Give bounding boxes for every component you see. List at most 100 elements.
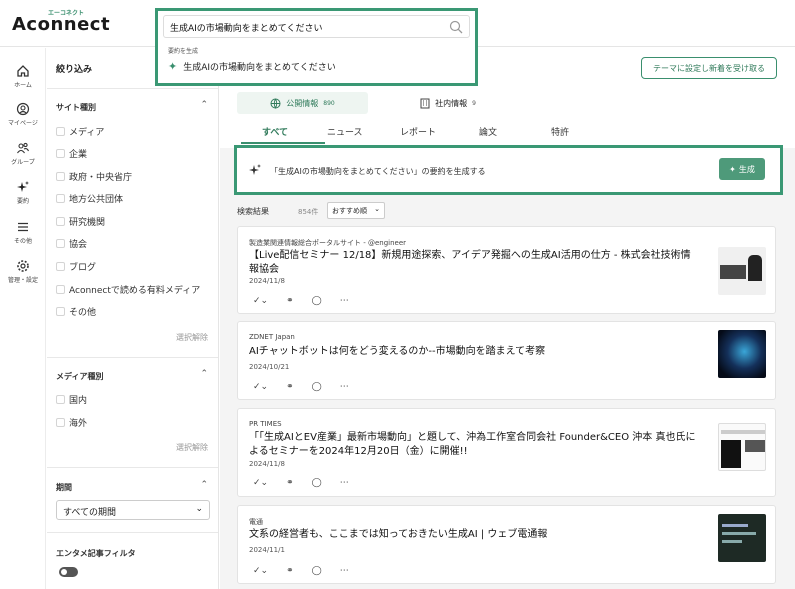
check-icon[interactable]: ✓⌄ xyxy=(253,296,268,306)
checkbox[interactable] xyxy=(56,194,65,203)
segment-internal[interactable]: 社内情報 9 xyxy=(398,92,498,114)
site-type-option[interactable]: 研究機関 xyxy=(56,215,105,228)
search-input[interactable]: 生成AIの市場動向をまとめてください xyxy=(163,15,470,38)
checkbox[interactable] xyxy=(56,395,65,404)
checkbox[interactable] xyxy=(56,307,65,316)
sort-select[interactable]: おすすめ順 ⌄ xyxy=(327,202,385,219)
more-icon[interactable]: ⋯ xyxy=(340,296,349,306)
tab-papers[interactable]: 論文 xyxy=(479,125,497,138)
checkbox[interactable] xyxy=(56,262,65,271)
more-icon[interactable]: ⋯ xyxy=(340,382,349,392)
active-tab-indicator xyxy=(241,142,325,144)
check-icon[interactable]: ✓⌄ xyxy=(253,382,268,392)
comment-icon[interactable]: ◯ xyxy=(312,478,322,488)
share-users-icon[interactable]: ⚭ xyxy=(286,566,294,576)
site-type-option[interactable]: 地方公共団体 xyxy=(56,192,123,205)
card-title[interactable]: 文系の経営者も、ここまでは知っておきたい生成AI | ウェブ電通報 xyxy=(249,528,699,542)
rail-settings[interactable]: 管理・設定 xyxy=(0,259,46,284)
checkbox[interactable] xyxy=(56,172,65,181)
group-icon xyxy=(17,142,30,154)
share-users-icon[interactable]: ⚭ xyxy=(286,478,294,488)
search-input-value: 生成AIの市場動向をまとめてください xyxy=(170,24,323,34)
option-label: 地方公共団体 xyxy=(69,195,124,205)
check-icon[interactable]: ✓⌄ xyxy=(253,478,268,488)
rail-mypage[interactable]: マイページ xyxy=(0,102,46,127)
media-type-option[interactable]: 国内 xyxy=(56,393,87,406)
tab-news[interactable]: ニュース xyxy=(327,125,363,138)
sparkle-icon xyxy=(249,164,261,175)
search-dropdown: 生成AIの市場動向をまとめてください 要約を生成 ✦ 生成AIの市場動向をまとめ… xyxy=(155,8,478,86)
summary-generate-text: 「生成AIの市場動向をまとめてください」の要約を生成する xyxy=(270,167,486,176)
site-type-option[interactable]: ブログ xyxy=(56,260,96,273)
checkbox[interactable] xyxy=(56,285,65,294)
globe-icon xyxy=(270,98,281,109)
site-type-option[interactable]: メディア xyxy=(56,125,104,138)
rail-summary[interactable]: 要約 xyxy=(0,180,46,205)
rail-group[interactable]: グループ xyxy=(0,141,46,166)
site-type-option[interactable]: その他 xyxy=(56,305,96,318)
menu-icon xyxy=(18,222,28,232)
subscribe-theme-button[interactable]: テーマに設定し新着を受け取る xyxy=(641,57,777,79)
rail-other[interactable]: その他 xyxy=(0,220,46,245)
result-card[interactable]: 製造業関連情報総合ポータルサイト - @engineer 【Live配信セミナー… xyxy=(237,226,776,314)
result-card[interactable]: PR TIMES 「「生成AIとEV産業」最新市場動向」と題して、沖為工作室合同… xyxy=(237,408,776,497)
option-label: 政府・中央省庁 xyxy=(69,173,133,183)
aconnect-logo[interactable]: Aconnect xyxy=(12,14,110,35)
more-icon[interactable]: ⋯ xyxy=(340,566,349,576)
chevron-up-icon[interactable]: ⌃ xyxy=(200,369,208,379)
suggest-section-label: 要約を生成 xyxy=(168,48,199,55)
tab-all[interactable]: すべて xyxy=(262,125,288,138)
share-users-icon[interactable]: ⚭ xyxy=(286,382,294,392)
period-select[interactable]: すべての期間 ⌄ xyxy=(56,500,210,520)
option-label: その他 xyxy=(69,308,97,318)
share-users-icon[interactable]: ⚭ xyxy=(286,296,294,306)
more-icon[interactable]: ⋯ xyxy=(340,478,349,488)
checkbox[interactable] xyxy=(56,149,65,158)
chevron-up-icon[interactable]: ⌃ xyxy=(200,480,208,490)
segment-public[interactable]: 公開情報 890 xyxy=(237,92,368,114)
search-icon[interactable] xyxy=(449,20,463,34)
rail-other-label: その他 xyxy=(13,238,32,245)
site-type-option[interactable]: Aconnectで読める有料メディア xyxy=(56,283,200,296)
card-source: PR TIMES xyxy=(249,420,282,428)
media-type-clear-link[interactable]: 選択解除 xyxy=(176,442,208,453)
checkbox[interactable] xyxy=(56,127,65,136)
result-card[interactable]: 電通 文系の経営者も、ここまでは知っておきたい生成AI | ウェブ電通報 202… xyxy=(237,505,776,584)
site-type-option[interactable]: 協会 xyxy=(56,237,87,250)
checkbox[interactable] xyxy=(56,239,65,248)
card-title[interactable]: 【Live配信セミナー 12/18】新規用途探索、アイデア発掘への生成AI活用の… xyxy=(249,249,699,277)
rail-home-label: ホーム xyxy=(14,82,32,89)
checkbox[interactable] xyxy=(56,217,65,226)
rail-mypage-label: マイページ xyxy=(8,120,38,127)
media-type-option[interactable]: 海外 xyxy=(56,416,87,429)
site-type-option[interactable]: 企業 xyxy=(56,147,87,160)
result-card[interactable]: ZDNET Japan AIチャットボットは何をどう変えるのか--市場動向を踏ま… xyxy=(237,321,776,400)
card-title[interactable]: 「「生成AIとEV産業」最新市場動向」と題して、沖為工作室合同会社 Founde… xyxy=(249,431,699,459)
comment-icon[interactable]: ◯ xyxy=(312,566,322,576)
sparkle-icon xyxy=(17,181,29,192)
rail-home[interactable]: ホーム xyxy=(0,64,46,89)
site-type-option[interactable]: 政府・中央省庁 xyxy=(56,170,132,183)
comment-icon[interactable]: ◯ xyxy=(312,382,322,392)
chevron-down-icon: ⌄ xyxy=(374,205,380,213)
sparkle-icon: ✦ xyxy=(168,60,178,73)
tab-patents[interactable]: 特許 xyxy=(551,125,569,138)
card-thumbnail xyxy=(718,247,766,295)
chevron-up-icon[interactable]: ⌃ xyxy=(200,100,208,110)
site-type-clear-link[interactable]: 選択解除 xyxy=(176,332,208,343)
divider xyxy=(47,532,218,533)
option-label: 協会 xyxy=(69,240,88,250)
card-date: 2024/11/8 xyxy=(249,277,285,285)
results-count: 854件 xyxy=(298,208,319,216)
suggest-summary-item[interactable]: ✦ 生成AIの市場動向をまとめてください xyxy=(168,60,336,73)
comment-icon[interactable]: ◯ xyxy=(312,296,322,306)
checkbox[interactable] xyxy=(56,418,65,427)
site-type-heading: サイト種別 xyxy=(56,103,96,112)
generate-button[interactable]: ✦ 生成 xyxy=(719,158,765,180)
filter-title: 絞り込み xyxy=(56,65,93,75)
card-title[interactable]: AIチャットボットは何をどう変えるのか--市場動向を踏まえて考察 xyxy=(249,345,699,359)
check-icon[interactable]: ✓⌄ xyxy=(253,566,268,576)
entertainment-filter-toggle[interactable] xyxy=(59,567,78,577)
gear-icon xyxy=(17,260,29,272)
tab-reports[interactable]: レポート xyxy=(400,125,436,138)
